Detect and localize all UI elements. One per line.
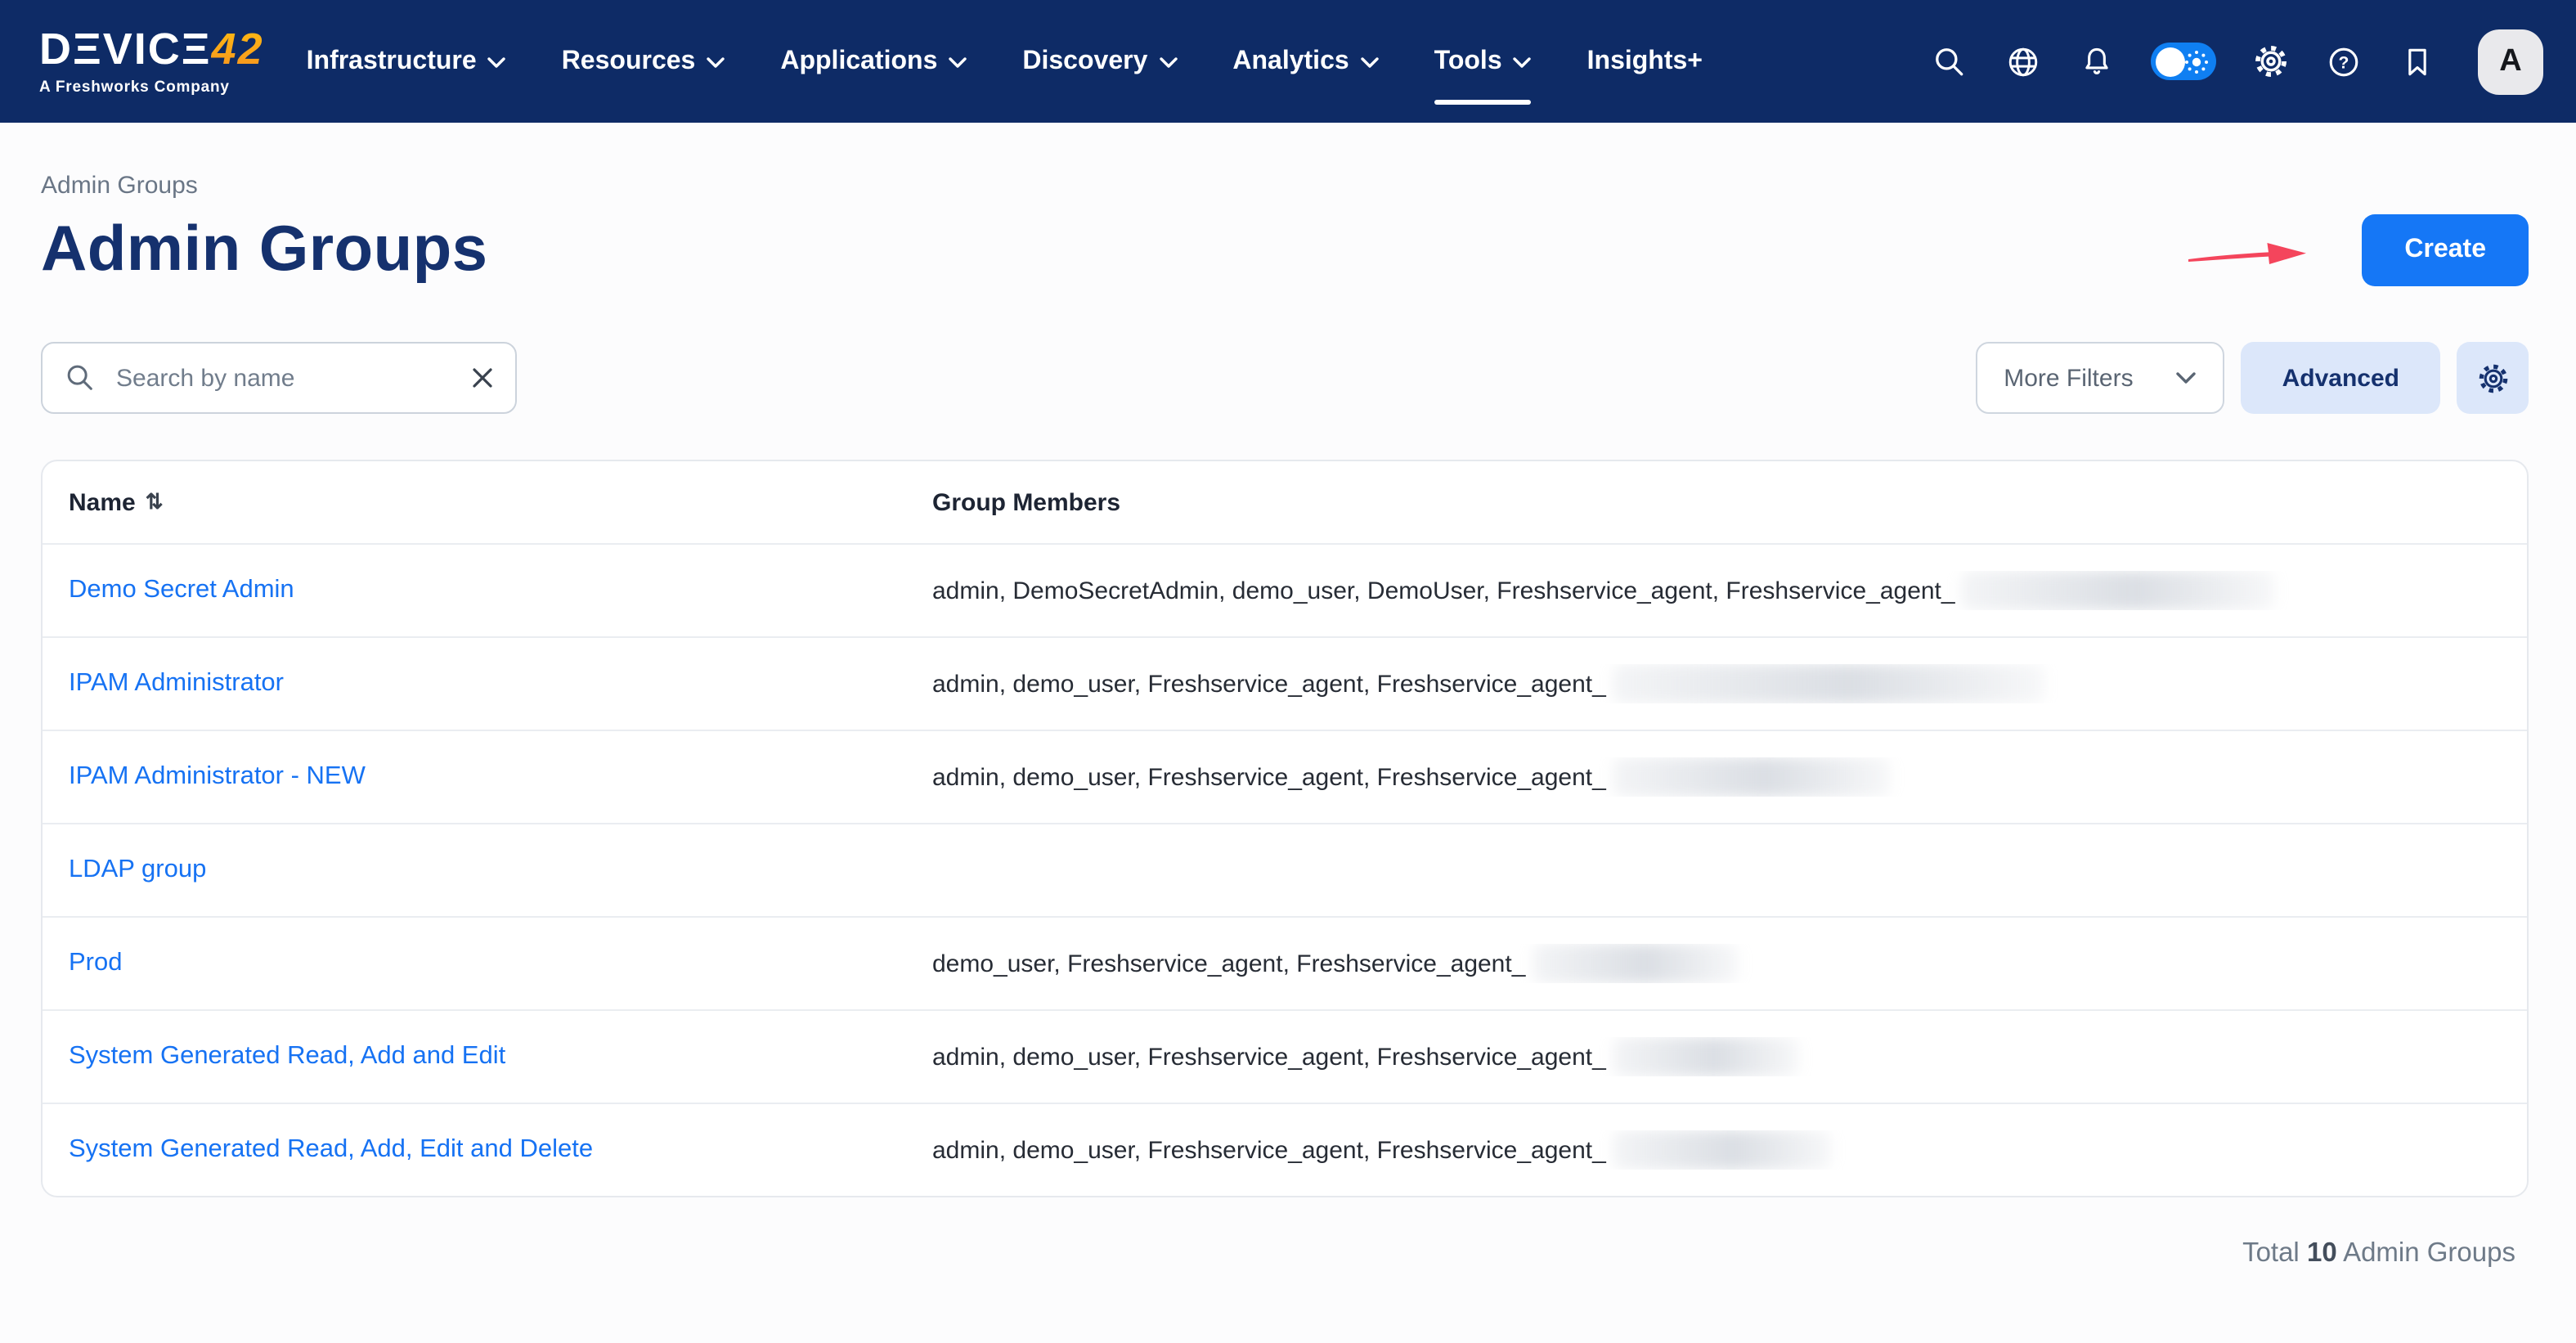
- table-row: IPAM Administrator admin, demo_user, Fre…: [43, 636, 2527, 730]
- search-input[interactable]: [113, 362, 453, 393]
- table-row: LDAP group: [43, 823, 2527, 916]
- chevron-down-icon: [488, 57, 506, 69]
- settings-gear-icon: [2475, 361, 2510, 395]
- group-members-cell: admin, demo_user, Freshservice_agent, Fr…: [932, 664, 2501, 703]
- sort-icon[interactable]: ⇅: [146, 489, 164, 515]
- brand-tagline: A Freshworks Company: [39, 78, 264, 96]
- chevron-down-icon: [949, 57, 967, 69]
- column-header-group-members: Group Members: [932, 488, 2501, 516]
- more-filters-label: More Filters: [2004, 364, 2133, 392]
- redacted-members: [1613, 757, 1891, 797]
- help-icon[interactable]: ?: [2324, 42, 2363, 81]
- table-row: Prod demo_user, Freshservice_agent, Fres…: [43, 916, 2527, 1009]
- clear-search-icon[interactable]: [469, 365, 496, 391]
- group-name-link[interactable]: Prod: [69, 949, 932, 978]
- nav-item-label: Resources: [562, 47, 696, 76]
- table-body: Demo Secret Admin admin, DemoSecretAdmin…: [43, 543, 2527, 1196]
- bookmark-icon[interactable]: [2398, 42, 2437, 81]
- nav-item-discovery[interactable]: Discovery: [1022, 0, 1177, 123]
- navbar-actions: ? A: [1930, 29, 2543, 94]
- annotation-arrow: [2185, 236, 2309, 272]
- chevron-down-icon: [1361, 57, 1379, 69]
- group-members-cell: admin, demo_user, Freshservice_agent, Fr…: [932, 1130, 2501, 1170]
- breadcrumb[interactable]: Admin Groups: [41, 172, 198, 200]
- nav-item-label: Tools: [1434, 47, 1502, 76]
- redacted-members: [1532, 944, 1738, 983]
- chevron-down-icon: [1159, 57, 1177, 69]
- redacted-members: [1613, 1037, 1799, 1076]
- name-column-label: Name: [69, 488, 136, 516]
- group-members-text: admin, demo_user, Freshservice_agent, Fr…: [932, 763, 1606, 791]
- redacted-members: [1962, 571, 2276, 610]
- group-members-cell: demo_user, Freshservice_agent, Freshserv…: [932, 944, 2501, 983]
- table-row: IPAM Administrator - NEW admin, demo_use…: [43, 730, 2527, 823]
- total-count: Total 10 Admin Groups: [41, 1238, 2529, 1269]
- nav-item-tools[interactable]: Tools: [1434, 0, 1532, 123]
- admin-groups-table: Name ⇅ Group Members Demo Secret Admin a…: [41, 460, 2529, 1197]
- chevron-down-icon: [1514, 57, 1532, 69]
- create-button[interactable]: Create: [2362, 214, 2529, 286]
- table-header: Name ⇅ Group Members: [43, 461, 2527, 543]
- group-name-link[interactable]: LDAP group: [69, 856, 932, 885]
- top-navbar: DΞVICΞ42 A Freshworks Company Infrastruc…: [0, 0, 2576, 123]
- group-name-link[interactable]: System Generated Read, Add, Edit and Del…: [69, 1135, 932, 1165]
- brand-wordmark: DΞVICΞ42: [39, 27, 264, 71]
- redacted-members: [1613, 664, 2044, 703]
- svg-text:?: ?: [2339, 53, 2349, 72]
- gear-icon[interactable]: [2251, 42, 2290, 81]
- nav-item-insights-[interactable]: Insights+: [1587, 0, 1703, 123]
- nav-item-applications[interactable]: Applications: [780, 0, 967, 123]
- advanced-button[interactable]: Advanced: [2242, 342, 2440, 414]
- table-row: System Generated Read, Add, Edit and Del…: [43, 1103, 2527, 1196]
- group-members-cell: admin, demo_user, Freshservice_agent, Fr…: [932, 1037, 2501, 1076]
- search-input-icon: [64, 362, 96, 394]
- nav-item-infrastructure[interactable]: Infrastructure: [307, 0, 506, 123]
- main-nav: Infrastructure Resources Applications Disco…: [307, 0, 1703, 123]
- group-name-link[interactable]: System Generated Read, Add and Edit: [69, 1042, 932, 1071]
- redacted-members: [1613, 1130, 1832, 1170]
- group-name-link[interactable]: Demo Secret Admin: [69, 576, 932, 605]
- table-row: Demo Secret Admin admin, DemoSecretAdmin…: [43, 543, 2527, 636]
- nav-item-label: Applications: [780, 47, 937, 76]
- bell-icon[interactable]: [2077, 42, 2116, 81]
- nav-item-analytics[interactable]: Analytics: [1232, 0, 1378, 123]
- table-row: System Generated Read, Add and Edit admi…: [43, 1009, 2527, 1103]
- group-members-cell: admin, demo_user, Freshservice_agent, Fr…: [932, 757, 2501, 797]
- table-settings-button[interactable]: [2457, 342, 2529, 414]
- chevron-down-icon: [707, 57, 725, 69]
- group-name-link[interactable]: IPAM Administrator: [69, 669, 932, 698]
- group-members-text: admin, DemoSecretAdmin, demo_user, DemoU…: [932, 577, 1955, 604]
- brand-name: DΞVICΞ: [39, 27, 212, 71]
- group-members-text: admin, demo_user, Freshservice_agent, Fr…: [932, 1136, 1606, 1164]
- group-members-text: demo_user, Freshservice_agent, Freshserv…: [932, 950, 1525, 977]
- nav-item-label: Infrastructure: [307, 47, 477, 76]
- column-header-name[interactable]: Name ⇅: [69, 488, 932, 516]
- more-filters-dropdown[interactable]: More Filters: [1976, 342, 2224, 414]
- chevron-down-icon: [2176, 371, 2197, 384]
- theme-toggle[interactable]: [2151, 43, 2216, 80]
- device42-logo[interactable]: DΞVICΞ42 A Freshworks Company: [39, 27, 264, 96]
- brand-accent: 42: [212, 27, 264, 71]
- search-box: [41, 342, 517, 414]
- group-name-link[interactable]: IPAM Administrator - NEW: [69, 762, 932, 792]
- nav-item-label: Analytics: [1232, 47, 1349, 76]
- group-members-text: admin, demo_user, Freshservice_agent, Fr…: [932, 670, 1606, 698]
- group-members-cell: admin, DemoSecretAdmin, demo_user, DemoU…: [932, 571, 2501, 610]
- group-members-text: admin, demo_user, Freshservice_agent, Fr…: [932, 1043, 1606, 1071]
- globe-icon[interactable]: [2004, 42, 2043, 81]
- nav-item-label: Discovery: [1022, 47, 1147, 76]
- page-title: Admin Groups: [41, 214, 487, 286]
- search-icon[interactable]: [1930, 42, 1969, 81]
- group-members-column-label: Group Members: [932, 488, 1120, 516]
- toggle-knob: [2155, 47, 2184, 76]
- nav-item-label: Insights+: [1587, 47, 1703, 76]
- total-count-number: 10: [2307, 1238, 2337, 1268]
- sun-icon: [2183, 48, 2210, 74]
- admin-groups-page: DΞVICΞ42 A Freshworks Company Infrastruc…: [0, 0, 2576, 1343]
- nav-item-resources[interactable]: Resources: [562, 0, 725, 123]
- user-avatar[interactable]: A: [2478, 29, 2543, 94]
